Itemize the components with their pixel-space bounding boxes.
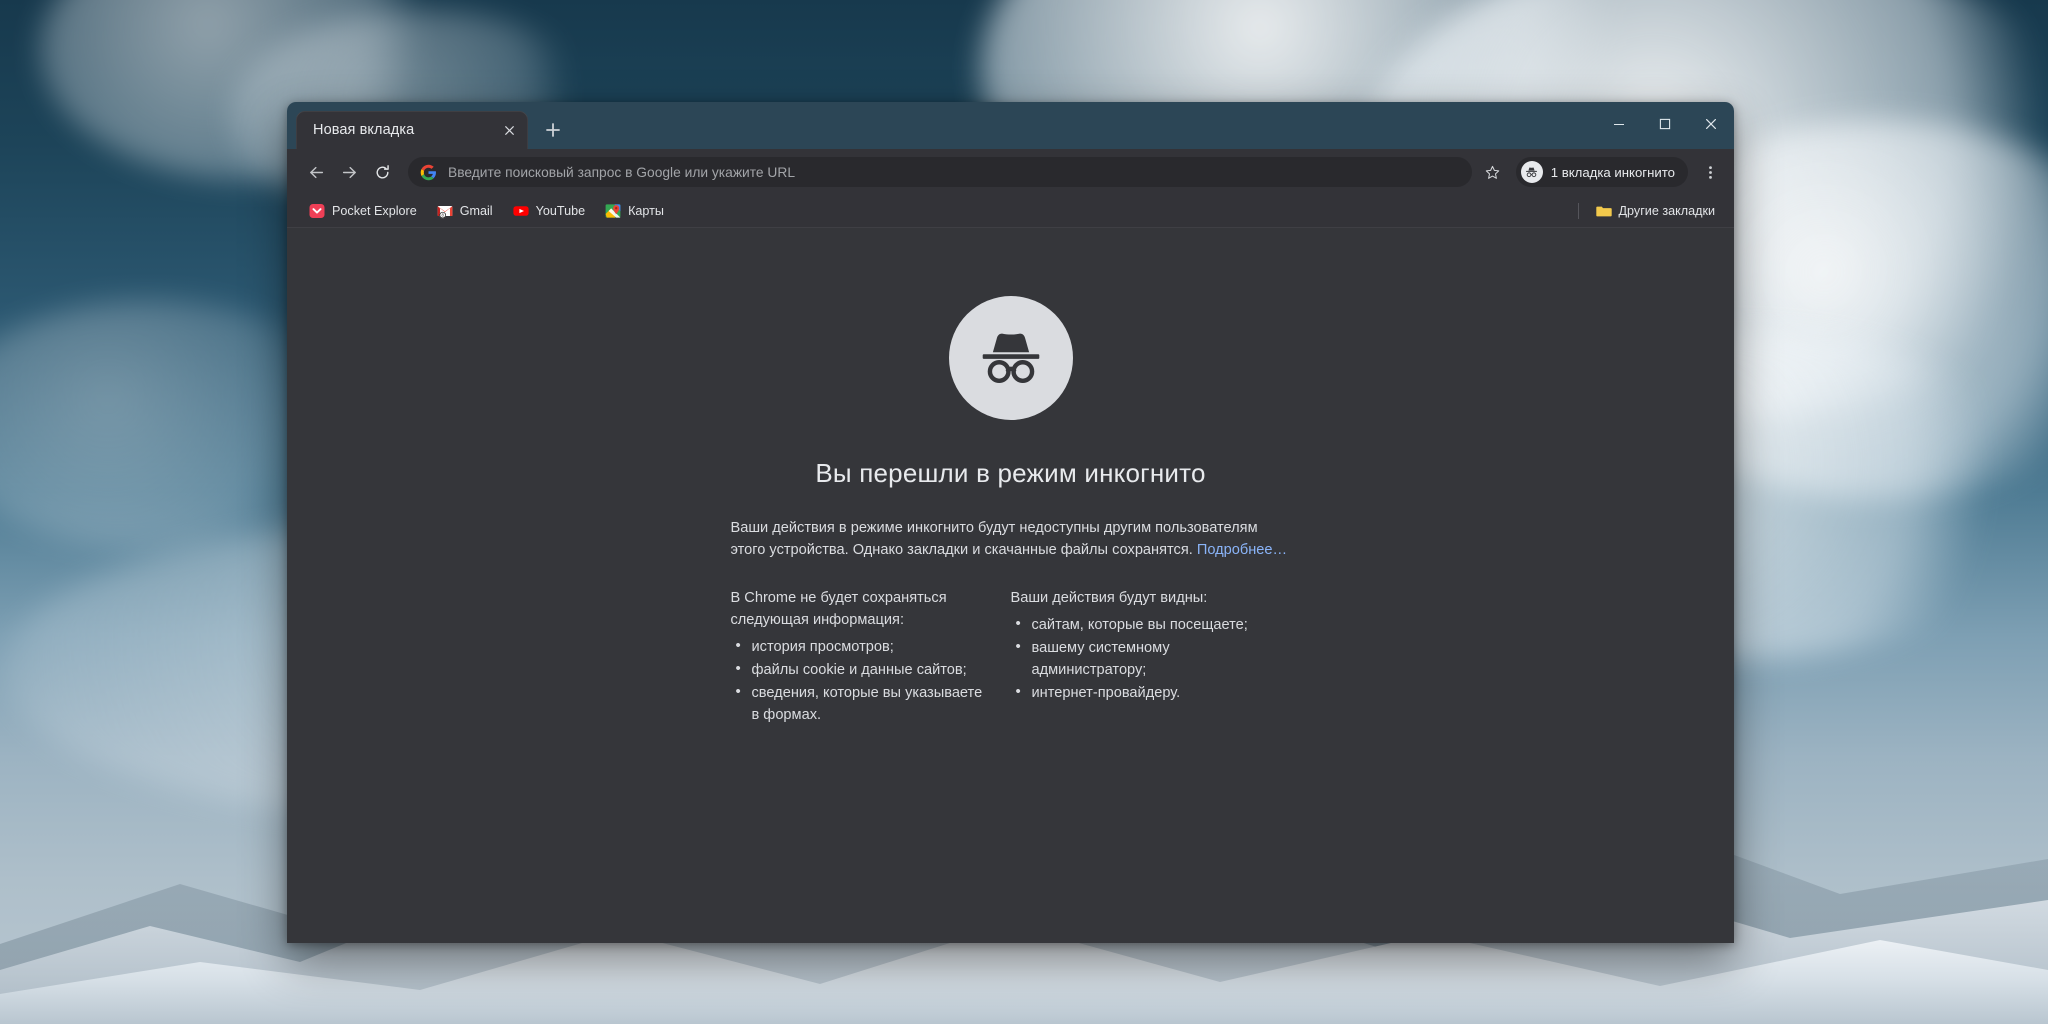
chrome-browser-window: Новая вкладка Введите поисковый запрос в… [287, 102, 1734, 943]
gmail-icon: 8 [437, 206, 453, 219]
star-icon [1485, 165, 1500, 179]
back-button[interactable] [301, 157, 332, 188]
column-visible-to: Ваши действия будут видны: сайтам, котор… [1011, 587, 1291, 727]
google-g-icon [420, 164, 436, 180]
arrow-left-icon [310, 166, 324, 178]
close-icon [1706, 119, 1716, 129]
close-button[interactable] [1688, 102, 1734, 146]
bookmark-label: YouTube [535, 204, 586, 218]
bookmarks-separator [1577, 203, 1579, 219]
new-tab-button[interactable] [534, 111, 572, 149]
arrow-right-icon [342, 166, 356, 178]
maximize-button[interactable] [1642, 102, 1688, 146]
reload-icon [376, 164, 389, 178]
minimize-button[interactable] [1596, 102, 1642, 146]
bookmark-item-maps[interactable]: Карты [596, 199, 673, 223]
page-content-incognito-ntp: Вы перешли в режим инкогнито Ваши действ… [287, 228, 1734, 943]
column-list: история просмотров; файлы cookie и данны… [731, 635, 989, 726]
three-dots-vertical-icon [1708, 165, 1712, 179]
list-item: сведения, которые вы указываете в формах… [731, 681, 989, 726]
close-icon[interactable] [498, 119, 520, 141]
youtube-icon [512, 206, 529, 216]
incognito-icon [1520, 161, 1543, 183]
bookmark-star-button[interactable] [1480, 159, 1506, 185]
bookmark-label: Gmail [459, 204, 493, 218]
list-item: сайтам, которые вы посещаете; [1011, 613, 1269, 636]
forward-button[interactable] [334, 157, 365, 188]
incognito-tab-indicator[interactable]: 1 вкладка инкогнито [1515, 157, 1688, 187]
learn-more-link[interactable]: Подробнее… [1197, 542, 1287, 558]
list-item: история просмотров; [731, 635, 989, 658]
reload-button[interactable] [367, 157, 398, 188]
chrome-menu-button[interactable] [1696, 157, 1724, 187]
column-title: Ваши действия будут видны: [1010, 590, 1208, 606]
column-title: В Chrome не будет сохраняться следующая … [730, 590, 947, 628]
google-maps-icon [605, 204, 621, 218]
page-title: Вы перешли в режим инкогнито [815, 458, 1206, 488]
address-bar[interactable]: Введите поисковый запрос в Google или ук… [408, 157, 1472, 187]
column-not-saved: В Chrome не будет сохраняться следующая … [731, 587, 1011, 727]
bookmark-item-pocket-explore[interactable]: Pocket Explore [300, 199, 426, 223]
other-bookmarks-label: Другие закладки [1618, 204, 1716, 218]
minimize-icon [1614, 123, 1624, 126]
list-item: файлы cookie и данные сайтов; [731, 658, 989, 681]
bookmark-item-youtube[interactable]: YouTube [504, 199, 595, 223]
page-description-text: Ваши действия в режиме инкогнито будут н… [730, 520, 1258, 558]
tab-title: Новая вкладка [313, 122, 415, 138]
page-description: Ваши действия в режиме инкогнито будут н… [731, 517, 1291, 561]
tab-new-tab[interactable]: Новая вкладка [296, 111, 528, 149]
window-controls [1596, 102, 1734, 146]
pocket-icon [309, 204, 325, 218]
list-item: интернет-провайдеру. [1011, 681, 1269, 704]
list-item: вашему системному администратору; [1011, 636, 1269, 681]
incognito-icon [982, 333, 1039, 384]
bookmark-item-gmail[interactable]: 8 Gmail [428, 199, 502, 223]
tab-strip: Новая вкладка [287, 102, 1734, 149]
address-bar-placeholder: Введите поисковый запрос в Google или ук… [448, 164, 796, 180]
maximize-icon [1659, 118, 1671, 130]
bookmarks-bar: Pocket Explore 8 Gmail YouTube Карты Дру… [287, 195, 1734, 228]
bookmark-label: Pocket Explore [332, 204, 417, 218]
incognito-tab-count-label: 1 вкладка инкогнито [1550, 164, 1675, 180]
plus-icon [546, 123, 560, 137]
column-list: сайтам, которые вы посещаете; вашему сис… [1011, 613, 1269, 704]
browser-toolbar: Введите поисковый запрос в Google или ук… [287, 149, 1734, 195]
info-columns: В Chrome не будет сохраняться следующая … [731, 587, 1291, 727]
incognito-hero-icon [948, 296, 1073, 420]
folder-icon [1595, 206, 1612, 217]
bookmark-label: Карты [628, 204, 664, 218]
other-bookmarks-button[interactable]: Другие закладки [1587, 199, 1725, 223]
desktop-wallpaper: Новая вкладка Введите поисковый запрос в… [0, 0, 2048, 1024]
incognito-glyph [1526, 167, 1538, 177]
